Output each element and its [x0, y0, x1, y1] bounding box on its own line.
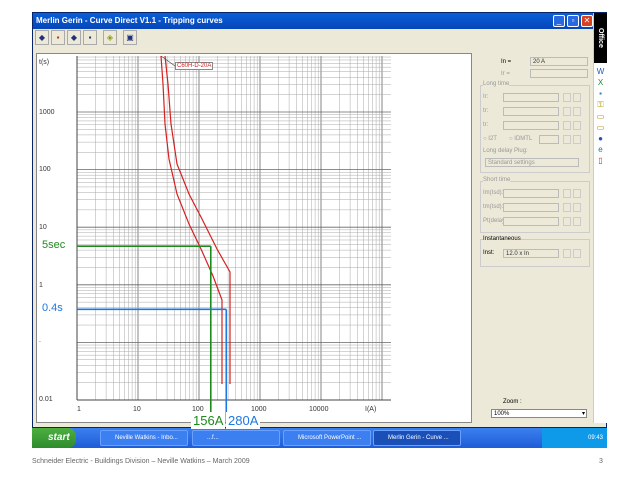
- isd-label: Im(Isd):: [483, 190, 504, 196]
- task-powerpoint[interactable]: Microsoft PowerPoint ...: [283, 430, 371, 446]
- instantaneous-title: Instantaneous: [483, 236, 521, 242]
- ir-field[interactable]: [530, 69, 588, 78]
- tr2-down[interactable]: [563, 121, 571, 130]
- tsd-up[interactable]: [573, 203, 581, 212]
- folder-icon[interactable]: ▭: [597, 112, 605, 121]
- isd-up[interactable]: [573, 189, 581, 198]
- current-label-280a: 280A: [226, 412, 261, 429]
- page-number: 3: [599, 458, 603, 465]
- ir2-down[interactable]: [563, 93, 571, 102]
- maximize-button[interactable]: ▫: [567, 15, 579, 27]
- curve-label: C60H-D-20A: [175, 62, 214, 70]
- delay-up[interactable]: [573, 217, 581, 226]
- system-tray: 09:43: [542, 428, 607, 448]
- title-bar: Merlin Gerin - Curve Direct V1.1 - Tripp…: [33, 13, 593, 29]
- app-window: Merlin Gerin - Curve Direct V1.1 - Tripp…: [32, 12, 607, 428]
- tr2-label: tr:: [483, 122, 489, 128]
- ie-icon[interactable]: e: [598, 145, 602, 154]
- chevron-down-icon: ▾: [581, 411, 585, 417]
- office-bar-title: Office: [594, 13, 607, 63]
- isd-down[interactable]: [563, 189, 571, 198]
- curve-label-leader: [160, 55, 176, 67]
- exit-icon[interactable]: ▣: [123, 30, 137, 45]
- slide-footer: Schneider Electric - Buildings Division …: [32, 458, 250, 465]
- task-hidden[interactable]: ...f...: [192, 430, 280, 446]
- inst-down[interactable]: [563, 249, 571, 258]
- tr-up[interactable]: [573, 107, 581, 116]
- taskbar: start Neville Watkins - Inbo... ...f... …: [32, 428, 607, 448]
- isd-field[interactable]: [503, 189, 559, 198]
- curve-tool-4-icon[interactable]: ▪: [83, 30, 97, 45]
- tr2-up[interactable]: [573, 121, 581, 130]
- tr-down[interactable]: [563, 107, 571, 116]
- start-button[interactable]: start: [32, 428, 76, 448]
- close-button[interactable]: ✕: [581, 15, 593, 27]
- ir-label: Ir =: [501, 71, 510, 77]
- ir2-up[interactable]: [573, 93, 581, 102]
- tsd-field[interactable]: [503, 203, 559, 212]
- short-time-title: Short time: [483, 177, 511, 183]
- curve-tool-1-icon[interactable]: ◆: [35, 30, 49, 45]
- tr2-field[interactable]: [503, 121, 559, 130]
- i2t-label: I2T: [488, 136, 497, 142]
- task-outlook[interactable]: Neville Watkins - Inbo...: [100, 430, 188, 446]
- inst-up[interactable]: [573, 249, 581, 258]
- long-time-group: Long time Ir: tr: tr: ○ I2T ○ IDMTL Long…: [480, 81, 590, 173]
- browser-icon[interactable]: ●: [598, 134, 603, 143]
- current-label-156a: 156A: [191, 412, 226, 429]
- plot-grid: [76, 55, 391, 424]
- curve-down[interactable]: [563, 135, 571, 144]
- ir2-field[interactable]: [503, 93, 559, 102]
- i2t-radio[interactable]: ○ I2T: [483, 136, 497, 142]
- app-icon[interactable]: ▪: [599, 89, 602, 98]
- tsd-down[interactable]: [563, 203, 571, 212]
- minimize-button[interactable]: _: [553, 15, 565, 27]
- zoom-select[interactable]: 100% ▾: [491, 409, 587, 418]
- settings-panel: In = 20 A Ir = Long time Ir: tr: tr: ○ I…: [475, 53, 591, 423]
- curve-tool-2-icon[interactable]: ▪: [51, 30, 65, 45]
- idmtl-label: IDMTL: [514, 136, 533, 142]
- folder-icon[interactable]: ▭: [597, 123, 605, 132]
- tripping-curve-plot: t(s) 1000 100 10 1 . 0.01 1 10 100 1000 …: [36, 53, 472, 424]
- toolbar: ◆ ▪ ◆ ▪ ◈ ▣: [35, 30, 137, 48]
- plug-value: Standard settings: [488, 160, 535, 166]
- word-icon[interactable]: W: [597, 67, 605, 76]
- excel-icon[interactable]: X: [598, 78, 603, 87]
- print-icon[interactable]: ◈: [103, 30, 117, 45]
- in-label: In =: [501, 59, 512, 65]
- short-time-group: Short time Im(Isd): tm(tsd): Pt(delay):: [480, 177, 590, 233]
- office-shortcut-bar: Office W X ▪ ⚿ ▭ ▭ ● e ▯: [593, 13, 607, 423]
- curve-tool-3-icon[interactable]: ◆: [67, 30, 81, 45]
- tr-label: tr:: [483, 108, 489, 114]
- instantaneous-group: Instantaneous Inst: 12.0 x In: [480, 236, 590, 267]
- idmtl-radio[interactable]: ○ IDMTL: [509, 136, 532, 142]
- task-curve-direct[interactable]: Merlin Gerin - Curve ...: [373, 430, 461, 446]
- key-icon[interactable]: ⚿: [597, 100, 603, 110]
- inst-field[interactable]: 12.0 x In: [503, 249, 559, 258]
- inst-label: Inst:: [483, 250, 495, 256]
- time-marker-5sec: 5sec: [42, 239, 66, 252]
- plug-select[interactable]: Standard settings: [485, 158, 579, 167]
- delay-field[interactable]: [503, 217, 559, 226]
- plug-label: Long delay Plug:: [483, 148, 528, 154]
- zoom-value: 100%: [494, 411, 510, 417]
- curve-type-field[interactable]: [539, 135, 559, 144]
- clock: 09:43: [587, 435, 603, 441]
- zoom-label: Zoom :: [503, 399, 522, 405]
- long-time-title: Long time: [483, 81, 510, 87]
- delay-down[interactable]: [563, 217, 571, 226]
- time-marker-0-4s: 0.4s: [42, 302, 63, 315]
- tsd-label: tm(tsd):: [483, 204, 504, 210]
- document-icon[interactable]: ▯: [598, 156, 602, 165]
- ir2-label: Ir:: [483, 94, 489, 100]
- curve-up[interactable]: [573, 135, 581, 144]
- window-title: Merlin Gerin - Curve Direct V1.1 - Tripp…: [36, 16, 223, 25]
- tr-field[interactable]: [503, 107, 559, 116]
- in-field[interactable]: 20 A: [530, 57, 588, 66]
